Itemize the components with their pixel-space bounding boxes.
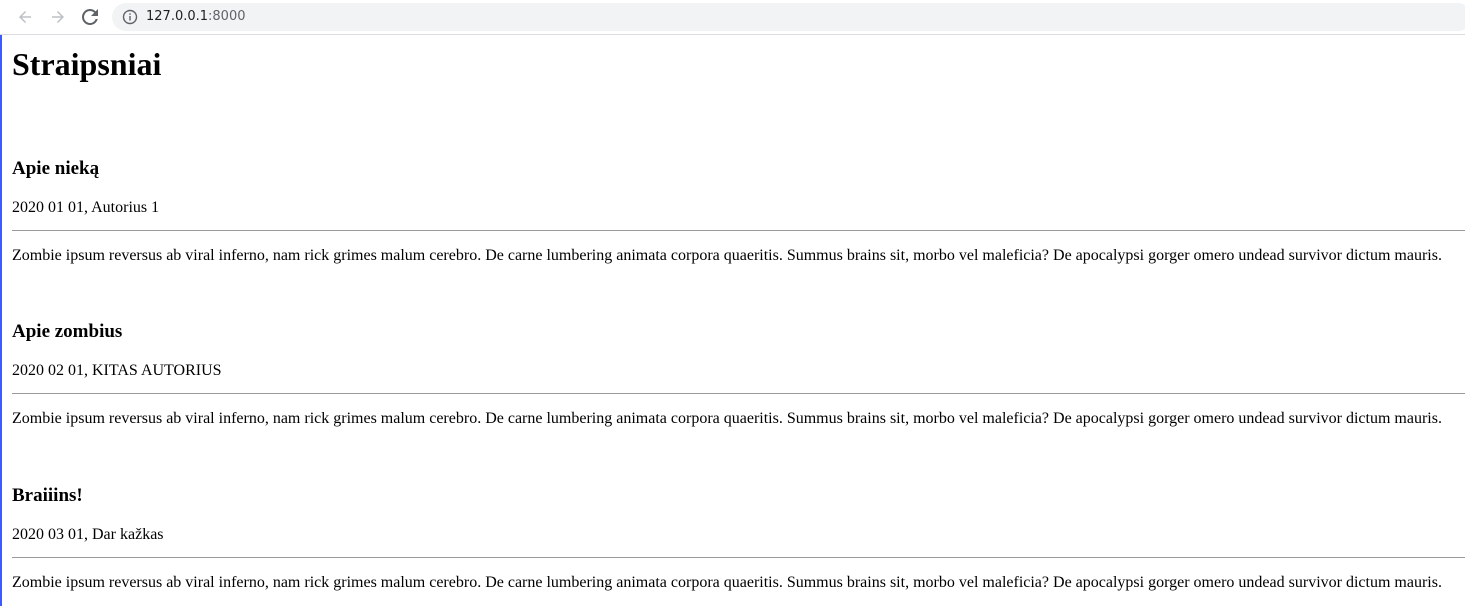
article-body: Zombie ipsum reversus ab viral inferno, …: [12, 410, 1442, 427]
window-edge: [0, 35, 2, 606]
article-title: Braiiins!: [12, 485, 83, 506]
article-body: Zombie ipsum reversus ab viral inferno, …: [12, 247, 1442, 264]
article-meta: 2020 01 01, Autorius 1: [12, 199, 160, 216]
article-title: Apie zombius: [12, 321, 123, 342]
url-text[interactable]: 127.0.0.1:8000: [146, 8, 246, 26]
article-meta: 2020 03 01, Dar kažkas: [12, 526, 164, 543]
article-divider: [12, 557, 1465, 558]
arrow-right-icon: [52, 11, 64, 23]
article-divider: [12, 393, 1465, 394]
address-bar[interactable]: 127.0.0.1:8000: [112, 3, 1465, 31]
url-host: 127.0.0.1: [146, 9, 209, 24]
url-port: :8000: [208, 9, 246, 24]
reload-icon: [82, 9, 98, 25]
arrow-left-icon: [19, 11, 31, 23]
forward-button[interactable]: [47, 6, 69, 28]
article-body: Zombie ipsum reversus ab viral inferno, …: [12, 574, 1442, 591]
info-icon[interactable]: [122, 9, 138, 25]
article-meta: 2020 02 01, KITAS AUTORIUS: [12, 362, 222, 379]
back-button[interactable]: [14, 6, 36, 28]
browser-toolbar: 127.0.0.1:8000: [0, 0, 1465, 35]
page-title: Straipsniai: [12, 46, 162, 82]
reload-button[interactable]: [79, 6, 101, 28]
article-title: Apie nieką: [12, 158, 100, 179]
article-divider: [12, 230, 1465, 231]
